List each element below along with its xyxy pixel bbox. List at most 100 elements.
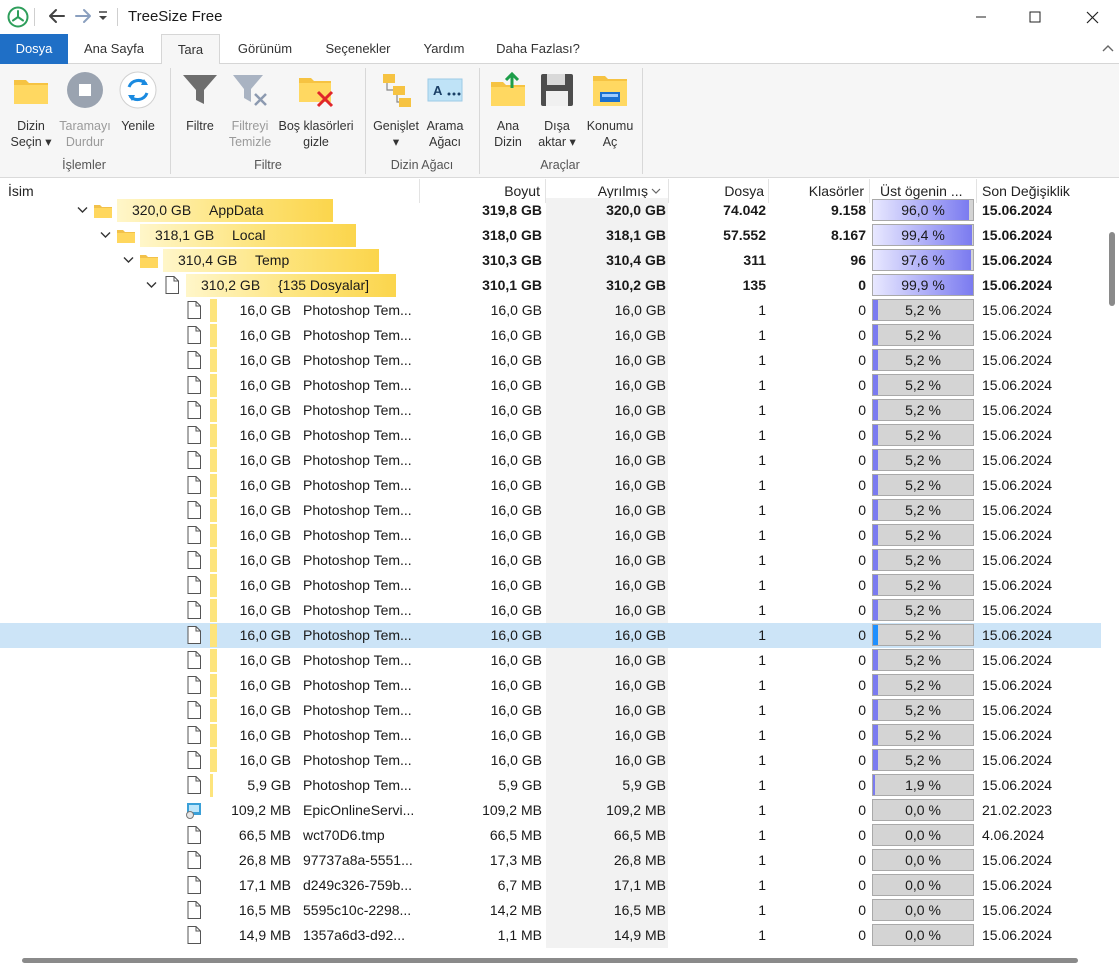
open-location-button[interactable]: Konumu Aç [582, 70, 638, 150]
file-row[interactable]: 16,5 MB 5595c10c-2298... 14,2 MB 16,5 MB 1 0 0… [0, 898, 1101, 923]
folders-count-cell: 0 [858, 502, 866, 518]
item-name: Photoshop Tem... [303, 552, 412, 568]
tab-yardim[interactable]: Yardım [410, 34, 478, 64]
file-row[interactable]: 16,0 GB Photoshop Tem... 16,0 GB 16,0 GB 1 0 5… [0, 698, 1101, 723]
hide-empty-folders-button[interactable]: Boş klasörleri gizle [276, 70, 356, 150]
file-row[interactable]: 16,0 GB Photoshop Tem... 16,0 GB 16,0 GB 1 0 5… [0, 573, 1101, 598]
file-row[interactable]: 16,0 GB Photoshop Tem... 16,0 GB 16,0 GB 1 0 5… [0, 723, 1101, 748]
folders-count-cell: 0 [858, 302, 866, 318]
file-row[interactable]: 16,0 GB Photoshop Tem... 16,0 GB 16,0 GB 1 0 5… [0, 298, 1101, 323]
last-modified-cell: 15.06.2024 [982, 927, 1053, 943]
file-row[interactable]: 16,0 GB Photoshop Tem... 16,0 GB 16,0 GB 1 0 5… [0, 623, 1101, 648]
collapse-chevron-icon[interactable] [123, 256, 134, 264]
file-row[interactable]: 16,0 GB Photoshop Tem... 16,0 GB 16,0 GB 1 0 5… [0, 398, 1101, 423]
expand-button[interactable]: Genişlet ▾ [370, 70, 422, 150]
percent-of-parent-bar: 5,2 % [872, 374, 974, 396]
files-count-cell: 1 [758, 402, 766, 418]
file-row[interactable]: 16,0 GB Photoshop Tem... 16,0 GB 16,0 GB 1 0 5… [0, 598, 1101, 623]
export-label-2: aktar ▾ [538, 135, 576, 149]
file-row[interactable]: 66,5 MB wct70D6.tmp 66,5 MB 66,5 MB 1 0 0,0 % 4… [0, 823, 1101, 848]
item-name: Photoshop Tem... [303, 627, 412, 643]
item-name: Photoshop Tem... [303, 602, 412, 618]
vertical-scrollbar[interactable] [1101, 198, 1119, 950]
allocated-cell: 16,0 GB [614, 602, 666, 618]
horizontal-scroll-thumb[interactable] [22, 958, 1078, 963]
percent-value: 5,2 % [905, 477, 941, 493]
tab-daha-fazlasi[interactable]: Daha Fazlası? [484, 34, 592, 64]
item-name: wct70D6.tmp [303, 827, 385, 843]
minimize-button[interactable] [955, 0, 1007, 34]
file-row[interactable]: 17,1 MB d249c326-759b... 6,7 MB 17,1 MB 1 0 0,… [0, 873, 1101, 898]
tab-tara[interactable]: Tara [161, 34, 220, 65]
item-size-label: 16,0 GB [239, 527, 291, 543]
tab-ana-sayfa[interactable]: Ana Sayfa [72, 34, 156, 64]
collapse-chevron-icon[interactable] [146, 281, 157, 289]
filter-button[interactable]: Filtre [178, 70, 222, 134]
allocated-cell: 16,0 GB [614, 677, 666, 693]
select-directory-button[interactable]: Dizin Seçin ▾ [6, 70, 56, 150]
search-tree-label-1: Arama [426, 119, 464, 133]
folders-count-cell: 0 [858, 652, 866, 668]
file-row[interactable]: 16,0 GB Photoshop Tem... 16,0 GB 16,0 GB 1 0 5… [0, 473, 1101, 498]
file-row[interactable]: 109,2 MB EpicOnlineServi... 109,2 MB 109,2 … [0, 798, 1101, 823]
close-button[interactable] [1066, 0, 1118, 34]
file-row[interactable]: 5,9 GB Photoshop Tem... 5,9 GB 5,9 GB 1 0 1,9 … [0, 773, 1101, 798]
file-row[interactable]: 16,0 GB Photoshop Tem... 16,0 GB 16,0 GB 1 0 5… [0, 748, 1101, 773]
allocated-cell: 16,0 GB [614, 552, 666, 568]
file-row[interactable]: 16,0 GB Photoshop Tem... 16,0 GB 16,0 GB 1 0 5… [0, 648, 1101, 673]
horizontal-scrollbar[interactable] [0, 950, 1119, 969]
percent-of-parent-bar: 5,2 % [872, 474, 974, 496]
item-name: EpicOnlineServi... [303, 802, 415, 818]
folders-count-cell: 0 [858, 577, 866, 593]
tab-gorunum[interactable]: Görünüm [224, 34, 306, 64]
file-row[interactable]: 16,0 GB Photoshop Tem... 16,0 GB 16,0 GB 1 0 5… [0, 548, 1101, 573]
files-count-cell: 1 [758, 827, 766, 843]
last-modified-cell: 15.06.2024 [982, 377, 1053, 393]
file-row[interactable]: 16,0 GB Photoshop Tem... 16,0 GB 16,0 GB 1 0 5… [0, 498, 1101, 523]
clear-filter-button[interactable]: Filtreyi Temizle [224, 70, 276, 150]
tree-list[interactable]: 320,0 GB AppData 319,8 GB 320,0 GB 74.042 9.1… [0, 198, 1101, 948]
search-tree-button[interactable]: A Arama Ağacı [422, 70, 468, 150]
parent-directory-button[interactable]: Ana Dizin [486, 70, 530, 150]
tab-dosya[interactable]: Dosya [0, 34, 68, 64]
file-icon [187, 676, 201, 694]
tab-secenekler[interactable]: Seçenekler [312, 34, 404, 64]
folders-count-cell: 0 [858, 752, 866, 768]
file-row[interactable]: 16,0 GB Photoshop Tem... 16,0 GB 16,0 GB 1 0 5… [0, 373, 1101, 398]
file-row[interactable]: 16,0 GB Photoshop Tem... 16,0 GB 16,0 GB 1 0 5… [0, 348, 1101, 373]
back-arrow-icon[interactable] [46, 5, 68, 27]
file-row[interactable]: 26,8 MB 97737a8a-5551... 17,3 MB 26,8 MB 1 0 0… [0, 848, 1101, 873]
export-button[interactable]: Dışa aktar ▾ [534, 70, 580, 150]
file-row[interactable]: 16,0 GB Photoshop Tem... 16,0 GB 16,0 GB 1 0 5… [0, 523, 1101, 548]
collapse-chevron-icon[interactable] [77, 206, 88, 214]
last-modified-cell: 15.06.2024 [982, 727, 1053, 743]
file-icon [187, 551, 201, 569]
forward-arrow-icon[interactable] [72, 5, 94, 27]
allocated-cell: 16,0 GB [614, 427, 666, 443]
file-row[interactable]: 16,0 GB Photoshop Tem... 16,0 GB 16,0 GB 1 0 5… [0, 673, 1101, 698]
percent-of-parent-bar: 96,0 % [872, 199, 974, 221]
file-row[interactable]: 16,0 GB Photoshop Tem... 16,0 GB 16,0 GB 1 0 5… [0, 323, 1101, 348]
collapse-ribbon-icon[interactable] [1101, 42, 1115, 54]
folder-row[interactable]: 320,0 GB AppData 319,8 GB 320,0 GB 74.042 9.1… [0, 198, 1101, 223]
last-modified-cell: 15.06.2024 [982, 252, 1053, 268]
file-row[interactable]: 14,9 MB 1357a6d3-d92... 1,1 MB 14,9 MB 1 0 0,0… [0, 923, 1101, 948]
folder-row[interactable]: 310,4 GB Temp 310,3 GB 310,4 GB 311 96 97,6 % 1… [0, 248, 1101, 273]
file-row[interactable]: 16,0 GB Photoshop Tem... 16,0 GB 16,0 GB 1 0 5… [0, 423, 1101, 448]
files-group-row[interactable]: 310,2 GB {135 Dosyalar] 310,1 GB 310,2 GB 13… [0, 273, 1101, 298]
folder-open-icon [14, 80, 48, 104]
file-row[interactable]: 16,0 GB Photoshop Tem... 16,0 GB 16,0 GB 1 0 5… [0, 448, 1101, 473]
percent-value: 99,4 % [901, 227, 945, 243]
quick-access-dropdown-icon[interactable] [97, 9, 109, 23]
group-label-araclar: Araçlar [540, 158, 580, 172]
refresh-label: Yenile [121, 119, 155, 133]
stop-scan-button[interactable]: Taramayı Durdur [56, 70, 114, 150]
collapse-chevron-icon[interactable] [100, 231, 111, 239]
vertical-scroll-thumb[interactable] [1109, 232, 1115, 306]
percent-of-parent-bar: 5,2 % [872, 299, 974, 321]
maximize-button[interactable] [1009, 0, 1061, 34]
item-size-label: 16,0 GB [239, 752, 291, 768]
folder-row[interactable]: 318,1 GB Local 318,0 GB 318,1 GB 57.552 8.167… [0, 223, 1101, 248]
treesize-logo-icon[interactable] [7, 6, 29, 28]
refresh-button[interactable]: Yenile [116, 70, 160, 134]
